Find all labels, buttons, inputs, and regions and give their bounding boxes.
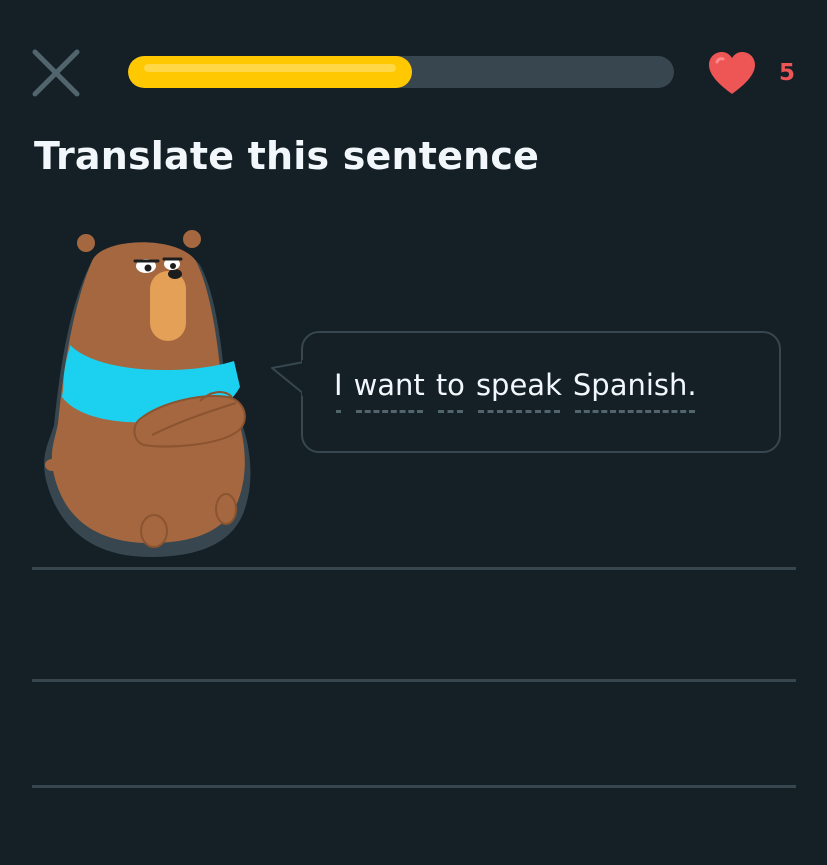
speech-bubble: I want to speak Spanish. bbox=[301, 331, 781, 453]
bear-nose bbox=[168, 269, 182, 279]
progress-bar-shine bbox=[144, 64, 396, 72]
answer-area[interactable] bbox=[32, 567, 796, 791]
bear-foot-left bbox=[140, 514, 168, 548]
prompt-sentence: I want to speak Spanish. bbox=[334, 363, 697, 415]
prompt-word[interactable]: I bbox=[334, 363, 343, 415]
prompt-word[interactable]: Spanish. bbox=[573, 363, 697, 415]
hearts-counter[interactable]: 5 bbox=[705, 50, 795, 96]
prompt-word[interactable]: speak bbox=[476, 363, 562, 415]
hearts-count: 5 bbox=[779, 60, 796, 86]
prompt-word[interactable]: want bbox=[354, 363, 425, 415]
page-title: Translate this sentence bbox=[34, 134, 540, 178]
progress-bar bbox=[128, 56, 674, 88]
answer-line bbox=[32, 567, 796, 570]
speech-bubble-tail bbox=[271, 360, 304, 396]
bear-ear-right bbox=[183, 230, 201, 248]
bear-muzzle bbox=[150, 271, 186, 341]
close-button[interactable] bbox=[30, 47, 82, 99]
bear-ear-left bbox=[77, 234, 95, 252]
answer-line bbox=[32, 679, 796, 682]
answer-line bbox=[32, 785, 796, 788]
prompt-word[interactable]: to bbox=[436, 363, 465, 415]
bear-foot-right bbox=[215, 493, 237, 525]
close-x-icon bbox=[32, 49, 80, 97]
bear-character bbox=[44, 230, 251, 558]
heart-icon bbox=[709, 52, 755, 94]
progress-bar-fill bbox=[128, 56, 412, 88]
